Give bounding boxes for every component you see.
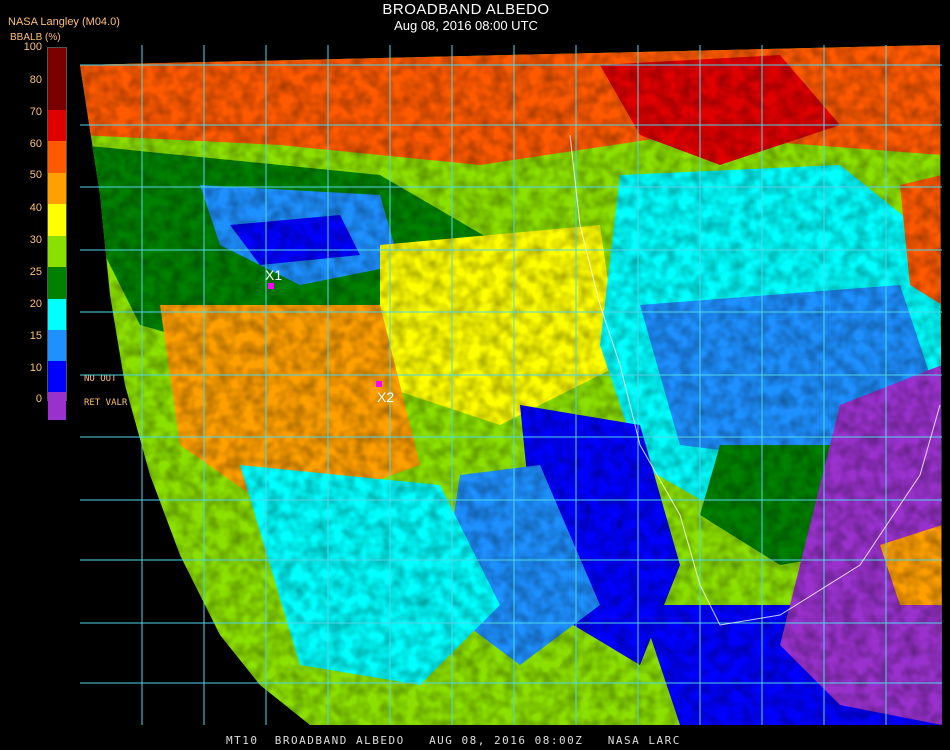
footer-caption: MT10 BROADBAND ALBEDO AUG 08, 2016 08:00… bbox=[226, 734, 681, 747]
legend-tick-label: 80 bbox=[29, 74, 42, 86]
legend-tick-label: 20 bbox=[29, 298, 42, 310]
legend-swatch-0-10 bbox=[48, 392, 66, 420]
legend-tick-label: 70 bbox=[29, 106, 42, 118]
legend-swatch-30-40 bbox=[48, 236, 66, 267]
credit-label: NASA Langley (M04.0) bbox=[8, 16, 120, 28]
site-marker-label: X2 bbox=[377, 389, 394, 405]
legend-tick-label: 50 bbox=[29, 169, 42, 181]
legend-swatch-20-25 bbox=[48, 299, 66, 330]
legend-swatch-25-30 bbox=[48, 267, 66, 299]
legend-swatch-50-60 bbox=[48, 173, 66, 204]
legend-tick-label: 30 bbox=[29, 234, 42, 246]
legend-tick-label: 40 bbox=[29, 202, 42, 214]
legend-swatch-80-100 bbox=[48, 48, 66, 110]
legend-swatch-70-80 bbox=[48, 110, 66, 141]
legend-swatch-40-50 bbox=[48, 204, 66, 236]
site-marker-x2 bbox=[376, 381, 382, 387]
legend-tick-label: 25 bbox=[29, 266, 42, 278]
map-timestamp: Aug 08, 2016 08:00 UTC bbox=[394, 18, 538, 33]
site-marker-x1 bbox=[268, 283, 274, 289]
site-marker-label: X1 bbox=[265, 267, 282, 283]
color-legend-bar bbox=[47, 47, 67, 420]
legend-swatch-10-15 bbox=[48, 361, 66, 392]
legend-swatch-15-20 bbox=[48, 330, 66, 361]
legend-tick-label: 100 bbox=[23, 41, 42, 53]
legend-tick-label: 0 bbox=[35, 393, 42, 405]
legend-tick-label: 10 bbox=[29, 362, 42, 374]
legend-swatch-60-70 bbox=[48, 141, 66, 173]
legend-tick-label: 15 bbox=[29, 330, 42, 342]
albedo-map: X1 X2 bbox=[80, 45, 942, 725]
map-title: BROADBAND ALBEDO bbox=[382, 1, 550, 18]
legend-tick-label: 60 bbox=[29, 138, 42, 150]
